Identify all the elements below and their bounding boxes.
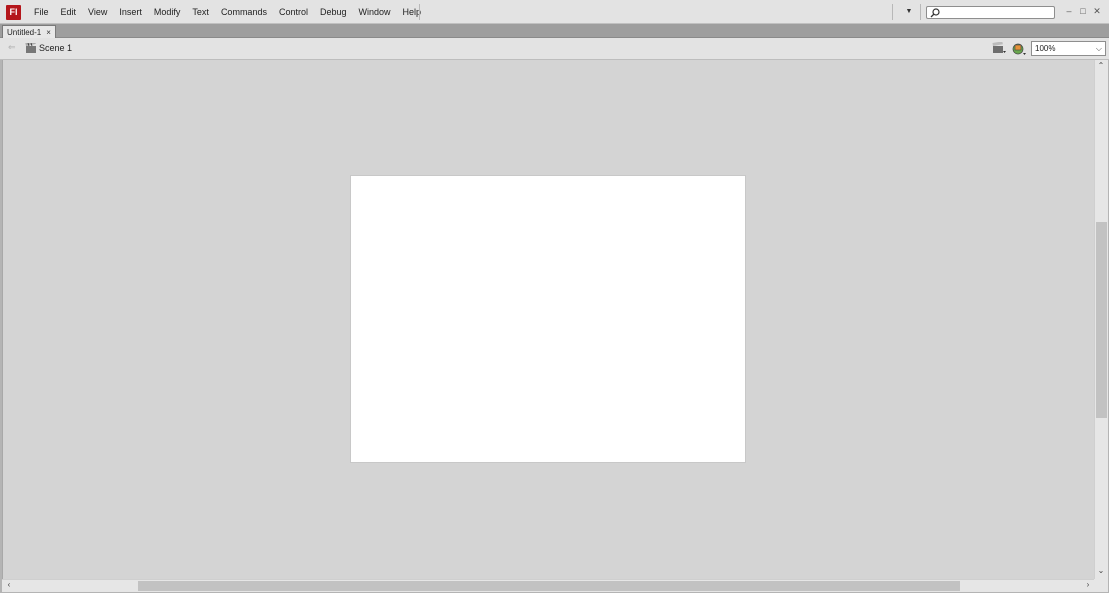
vertical-scrollbar[interactable]: ⌃ ⌄ [1094,60,1108,579]
scroll-left-icon[interactable]: ‹ [3,580,15,589]
menu-help[interactable]: Help [397,7,428,17]
menu-text[interactable]: Text [186,7,215,17]
menu-insert[interactable]: Insert [113,7,148,17]
chevron-down-icon[interactable]: ▼ [901,5,917,19]
scene-label[interactable]: Scene 1 [39,43,72,53]
document-tab-strip: Untitled-1 × [0,24,1109,38]
stage-canvas[interactable] [351,176,745,462]
search-input[interactable] [926,6,1055,19]
menu-modify[interactable]: Modify [148,7,187,17]
menu-window[interactable]: Window [353,7,397,17]
zoom-value: 100% [1035,44,1056,53]
menu-view[interactable]: View [82,7,113,17]
vertical-scroll-thumb[interactable] [1096,222,1107,418]
menu-divider [419,4,420,20]
back-arrow-icon[interactable]: ⇐ [8,42,16,53]
menu-file[interactable]: File [28,7,55,17]
flash-logo: Fl [6,5,21,20]
edit-symbols-icon[interactable] [1011,42,1026,56]
scene-clapper-icon [25,43,36,53]
maximize-button[interactable]: □ [1077,5,1089,17]
zoom-select[interactable]: 100% ⌵ [1031,41,1106,56]
document-tab-title: Untitled-1 [7,27,42,37]
chevron-down-icon: ⌵ [1095,44,1102,53]
scroll-down-icon[interactable]: ⌄ [1095,566,1107,575]
document-tab[interactable]: Untitled-1 × [2,25,56,38]
menu-commands[interactable]: Commands [215,7,273,17]
edit-scene-icon[interactable] [992,42,1006,55]
scroll-right-icon[interactable]: › [1082,580,1094,589]
minimize-button[interactable]: – [1063,5,1075,17]
menu-edit[interactable]: Edit [55,7,83,17]
scroll-up-icon[interactable]: ⌃ [1095,61,1107,70]
close-tab-icon[interactable]: × [46,28,51,37]
menu-control[interactable]: Control [273,7,314,17]
horizontal-scrollbar[interactable]: ‹ › [2,579,1094,592]
search-icon [930,8,940,18]
scrollbar-corner [1094,579,1108,592]
close-button[interactable]: ✕ [1091,5,1103,17]
edit-bar: ⇐ Scene 1 100% ⌵ [0,38,1109,60]
menu-bar: Fl File Edit View Insert Modify Text Com… [0,0,1109,24]
search-divider [920,4,921,20]
main-menu: File Edit View Insert Modify Text Comman… [28,0,427,24]
menu-debug[interactable]: Debug [314,7,353,17]
horizontal-scroll-thumb[interactable] [138,581,960,591]
workspace-divider [892,4,893,20]
